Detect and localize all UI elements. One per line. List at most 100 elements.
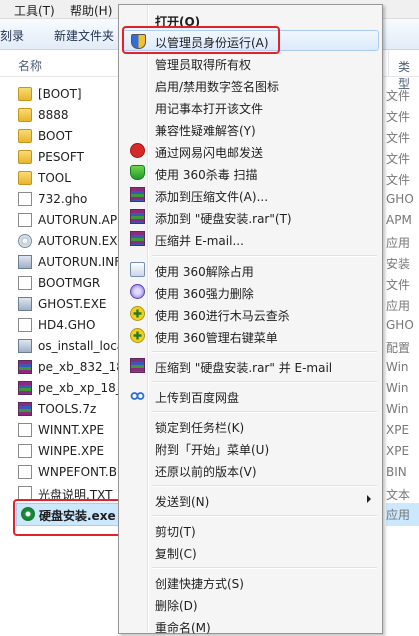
menu-copy[interactable]: 复制(C): [122, 541, 379, 562]
menu-send-to[interactable]: 发送到(N): [122, 489, 379, 510]
file-row[interactable]: 8888: [0, 105, 130, 126]
menu-compatibility-troubleshoot[interactable]: 兼容性疑难解答(Y): [122, 118, 379, 139]
menu-pin-start[interactable]: 附到「开始」菜单(U): [122, 437, 379, 458]
file-row[interactable]: WINNT.XPE: [0, 420, 130, 441]
menu-label: 添加到 "硬盘安装.rar"(T): [155, 212, 292, 226]
burn-button[interactable]: 刻录: [0, 27, 24, 44]
menu-label: 还原以前的版本(V): [155, 465, 257, 479]
file-name: pe_xb_832_18_0: [38, 360, 130, 374]
menu-label: 创建快捷方式(S): [155, 577, 244, 591]
file-name: 8888: [38, 108, 69, 122]
file-row[interactable]: pe_xb_xp_18_0: [0, 378, 130, 399]
file-row[interactable]: os_install_local: [0, 336, 130, 357]
type-cell: GHO: [386, 192, 414, 206]
menu-360-trojan-scan[interactable]: 使用 360进行木马云查杀: [122, 303, 379, 324]
menu-separator: [152, 515, 377, 516]
menu-360-manage-context-menu[interactable]: 使用 360管理右键菜单: [122, 325, 379, 346]
menu-help[interactable]: 帮助(H): [70, 2, 112, 19]
file-row[interactable]: BOOT: [0, 126, 130, 147]
type-cell: 配置: [386, 341, 411, 355]
file-name: WINNT.XPE: [38, 423, 105, 437]
unlock-icon: [130, 262, 145, 277]
file-name: AUTORUN.EXE: [38, 234, 126, 248]
file-name: PESOFT: [38, 150, 84, 164]
menu-label: 上传到百度网盘: [155, 391, 240, 405]
type-cell: 文件: [386, 152, 411, 166]
type-cell: 文件: [386, 89, 411, 103]
file-row[interactable]: GHOST.EXE: [0, 294, 130, 315]
menu-360-force-delete[interactable]: 使用 360强力删除: [122, 281, 379, 302]
archive-icon: [130, 209, 145, 224]
new-folder-button[interactable]: 新建文件夹: [54, 27, 114, 44]
type-cell: Win: [386, 402, 409, 416]
file-row[interactable]: BOOTMGR: [0, 273, 130, 294]
menu-separator: [152, 411, 377, 412]
menu-compress-and-email[interactable]: 压缩并 E-mail...: [122, 228, 379, 249]
type-cell: XPE: [386, 423, 410, 437]
file-row[interactable]: pe_xb_832_18_0: [0, 357, 130, 378]
menu-add-to-archive[interactable]: 添加到压缩文件(A)...: [122, 184, 379, 205]
file-name: os_install_local: [38, 339, 128, 353]
file-name: WNPEFONT.BIN: [38, 465, 130, 479]
menu-restore-previous[interactable]: 还原以前的版本(V): [122, 459, 379, 480]
document-icon: [18, 192, 32, 206]
menu-toggle-signature-icon[interactable]: 启用/禁用数字签名图标: [122, 74, 379, 95]
archive-icon: [18, 360, 32, 374]
file-row[interactable]: [BOOT]: [0, 84, 130, 105]
menu-separator: [152, 485, 377, 486]
folder-icon: [18, 129, 32, 143]
type-cell: 应用: [386, 299, 411, 313]
folder-icon: [18, 87, 32, 101]
menu-cut[interactable]: 剪切(T): [122, 519, 379, 540]
menu-separator: [152, 351, 377, 352]
menu-create-shortcut[interactable]: 创建快捷方式(S): [122, 571, 379, 592]
menu-upload-baidu[interactable]: 上传到百度网盘: [122, 385, 379, 406]
file-row[interactable]: PESOFT: [0, 147, 130, 168]
menu-label: 管理员取得所有权: [155, 58, 252, 72]
archive-icon: [18, 402, 32, 416]
file-row[interactable]: WINPE.XPE: [0, 441, 130, 462]
file-row[interactable]: AUTORUN.APM: [0, 210, 130, 231]
type-cell: Win: [386, 381, 409, 395]
plus-icon: [130, 306, 145, 321]
menu-label: 使用 360杀毒 扫描: [155, 168, 258, 182]
menu-pin-taskbar[interactable]: 锁定到任务栏(K): [122, 415, 379, 436]
folder-icon: [18, 150, 32, 164]
menu-add-to-rar[interactable]: 添加到 "硬盘安装.rar"(T): [122, 206, 379, 227]
column-divider[interactable]: [388, 50, 389, 76]
menu-delete[interactable]: 删除(D): [122, 593, 379, 614]
file-row[interactable]: WNPEFONT.BIN: [0, 462, 130, 483]
file-row[interactable]: HD4.GHO: [0, 315, 130, 336]
type-cell: 文本: [386, 488, 411, 502]
menu-label: 重命名(M): [155, 621, 211, 635]
menu-rename[interactable]: 重命名(M): [122, 615, 379, 636]
file-name: AUTORUN.APM: [38, 213, 128, 227]
file-name: WINPE.XPE: [38, 444, 105, 458]
file-row[interactable]: AUTORUN.EXE: [0, 231, 130, 252]
type-cell: 安装: [386, 257, 411, 271]
menu-label: 锁定到任务栏(K): [155, 421, 245, 435]
file-name: HD4.GHO: [38, 318, 96, 332]
file-row[interactable]: 732.gho: [0, 189, 130, 210]
file-name: BOOTMGR: [38, 276, 101, 290]
file-row[interactable]: TOOLS.7z: [0, 399, 130, 420]
menu-compress-to-rar-email[interactable]: 压缩到 "硬盘安装.rar" 并 E-mail: [122, 355, 379, 376]
baidu-cloud-icon: [130, 388, 145, 403]
file-row[interactable]: TOOL: [0, 168, 130, 189]
document-icon: [18, 486, 32, 500]
selected-type-text: 应用: [386, 508, 411, 522]
menu-label: 通过网易闪电邮发送: [155, 146, 264, 160]
menu-send-via-netease-mail[interactable]: 通过网易闪电邮发送: [122, 140, 379, 161]
file-row[interactable]: AUTORUN.INF: [0, 252, 130, 273]
menu-360-scan[interactable]: 使用 360杀毒 扫描: [122, 162, 379, 183]
document-icon: [18, 465, 32, 479]
menu-label: 压缩到 "硬盘安装.rar" 并 E-mail: [155, 361, 333, 375]
menu-take-ownership[interactable]: 管理员取得所有权: [122, 52, 379, 73]
menu-open-with-notepad[interactable]: 用记事本打开该文件: [122, 96, 379, 117]
column-name[interactable]: 名称: [18, 57, 42, 74]
menu-360-unlock[interactable]: 使用 360解除占用: [122, 259, 379, 280]
menu-tools[interactable]: 工具(T): [14, 2, 55, 19]
file-name: TOOLS.7z: [38, 402, 97, 416]
menu-separator: [152, 255, 377, 256]
settings-file-icon: [18, 255, 32, 269]
